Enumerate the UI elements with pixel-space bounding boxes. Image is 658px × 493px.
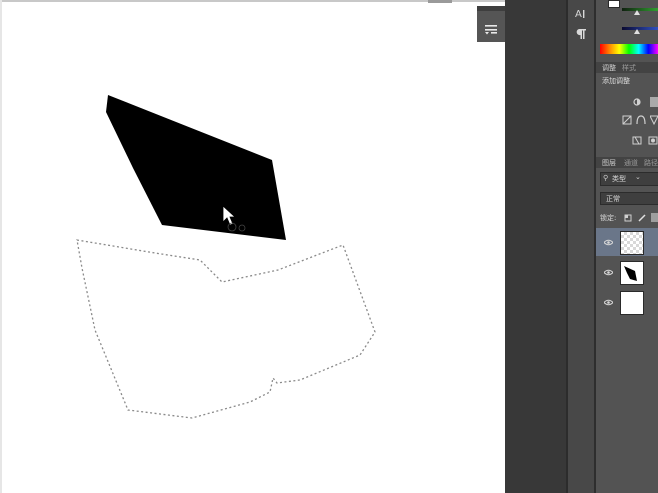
document-canvas[interactable]	[0, 0, 505, 493]
eye-icon[interactable]	[604, 269, 613, 276]
lock-transparent-icon[interactable]	[624, 214, 632, 222]
foreground-color-swatch[interactable]	[608, 0, 620, 8]
canvas-artwork	[76, 95, 376, 419]
slider-handle-icon[interactable]	[634, 10, 640, 15]
color-slider-b[interactable]	[622, 27, 658, 30]
lock-position-icon[interactable]	[651, 213, 658, 222]
blend-mode-select[interactable]: 正常	[600, 192, 658, 205]
eye-icon[interactable]	[604, 239, 613, 246]
svg-text:A: A	[575, 9, 582, 20]
eye-icon[interactable]	[604, 299, 613, 306]
layer-filter-kind: 类型	[612, 175, 626, 183]
layer-filter-field[interactable]: ⚲ 类型 ⌄	[600, 172, 658, 186]
blend-mode-value: 正常	[606, 195, 620, 203]
color-slider-g[interactable]	[622, 8, 658, 11]
character-panel-icon[interactable]: A	[574, 5, 590, 21]
search-icon: ⚲	[603, 174, 609, 182]
color-balance-icon[interactable]	[632, 135, 642, 145]
curves-icon[interactable]	[636, 115, 646, 125]
brightness-icon[interactable]	[632, 97, 642, 107]
layer-thumbnail-transparent[interactable]	[620, 231, 644, 255]
tab-paths[interactable]: 路径	[644, 158, 658, 168]
layer-row-shape[interactable]	[596, 258, 658, 286]
tab-styles[interactable]: 样式	[622, 63, 636, 73]
collapsed-panel-dock[interactable]	[477, 6, 505, 42]
layer-row-background[interactable]	[596, 288, 658, 316]
chevron-down-icon: ⌄	[635, 173, 641, 181]
marching-ants-selection[interactable]	[76, 239, 376, 419]
tab-layers[interactable]: 图层	[602, 158, 616, 168]
layer-thumbnail-shape[interactable]	[620, 261, 644, 285]
paragraph-panel-icon[interactable]	[574, 26, 590, 42]
layer-row-selected[interactable]	[596, 228, 658, 256]
lock-label: 锁定:	[600, 214, 617, 222]
tab-channels[interactable]: 通道	[624, 158, 638, 168]
panel-grip[interactable]	[477, 6, 505, 11]
exposure-icon[interactable]	[622, 115, 632, 125]
panel-options-icon[interactable]	[483, 21, 499, 37]
levels-icon[interactable]	[650, 97, 658, 107]
black-quad-shape[interactable]	[106, 95, 286, 240]
lock-brush-icon[interactable]	[638, 213, 647, 222]
vibrance-icon[interactable]	[650, 115, 658, 125]
workspace-gutter	[505, 0, 568, 493]
color-spectrum-bar[interactable]	[600, 44, 658, 54]
slider-handle-icon[interactable]	[634, 29, 640, 34]
tab-adjustments[interactable]: 调整	[602, 63, 616, 73]
photo-filter-icon[interactable]	[648, 135, 658, 145]
layer-thumbnail-background[interactable]	[620, 291, 644, 315]
adjustments-title: 添加调整	[602, 77, 630, 85]
color-panel	[596, 0, 658, 58]
right-panels: 调整 样式 添加调整 图层 通道 路径 ⚲ 类型 ⌄ 正常 锁定:	[596, 0, 658, 493]
panel-icon-strip: A	[568, 0, 596, 493]
